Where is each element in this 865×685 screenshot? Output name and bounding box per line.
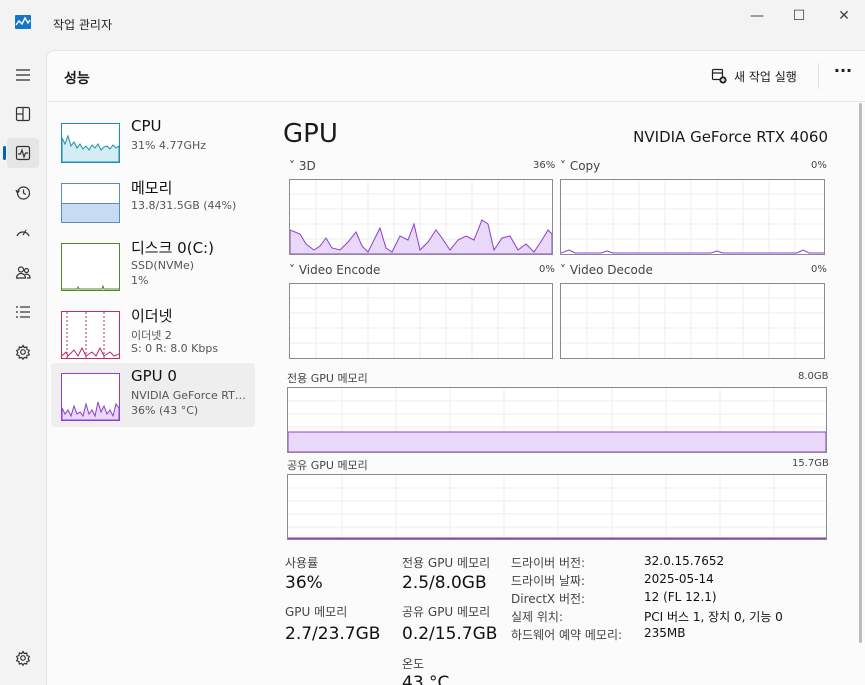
info-value: 12 (FL 12.1) [644, 590, 717, 604]
device-detail: SSD(NVMe) [131, 259, 195, 272]
engine-copy-label[interactable]: ˅ Copy [560, 159, 600, 173]
device-detail-2: S: 0 R: 8.0 Kbps [131, 342, 219, 355]
main-content: 성능 새 작업 실행 ··· CPU 31% 4.77GHz 메모리 13.8/… [46, 50, 865, 685]
info-value: 32.0.15.7652 [644, 554, 725, 568]
memory-thumbnail [61, 183, 120, 223]
info-value: PCI 버스 1, 장치 0, 기능 0 [644, 610, 783, 624]
dedicated-memory-max: 8.0GB [798, 371, 829, 382]
shared-memory-stat-label: 공유 GPU 메모리 [402, 605, 491, 619]
info-key: 드라이버 버전: [511, 556, 586, 570]
device-detail: 이더넷 2 [131, 329, 172, 342]
page-title: 성능 [64, 71, 90, 87]
users-icon[interactable] [7, 257, 39, 287]
shared-memory-label: 공유 GPU 메모리 [287, 459, 368, 472]
device-name: 디스크 0(C:) [131, 239, 214, 257]
device-item-gpu[interactable]: GPU 0 NVIDIA GeForce RTX 4060 36% (43 °C… [51, 363, 255, 427]
shared-memory-fill [288, 537, 826, 539]
utilization-value: 36% [285, 573, 323, 593]
engine-3d-label[interactable]: ˅ 3D [289, 159, 316, 173]
task-manager-app-icon [15, 15, 31, 29]
left-nav [0, 46, 46, 684]
device-item-disk[interactable]: 디스크 0(C:) SSD(NVMe) 1% [51, 233, 255, 297]
engine-3d-value: 36% [533, 160, 556, 171]
settings-icon[interactable] [7, 643, 39, 673]
new-task-button[interactable]: 새 작업 실행 [711, 66, 797, 86]
engine-video-decode-label[interactable]: ˅ Video Decode [560, 263, 653, 277]
engine-copy-graph [560, 179, 825, 255]
device-name: 이더넷 [131, 307, 173, 325]
new-task-label: 새 작업 실행 [734, 69, 797, 84]
device-detail: NVIDIA GeForce RTX 4060 [131, 389, 251, 402]
engine-video-encode-value: 0% [539, 264, 555, 275]
info-value: 2025-05-14 [644, 572, 714, 586]
device-name: 메모리 [131, 179, 173, 197]
info-key: 드라이버 날짜: [511, 574, 586, 588]
shared-memory-max: 15.7GB [792, 458, 829, 469]
details-icon[interactable] [7, 297, 39, 327]
info-key: 실제 위치: [511, 610, 564, 624]
gpu-memory-label: GPU 메모리 [285, 605, 348, 619]
gpu-memory-value: 2.7/23.7GB [285, 624, 381, 644]
engine-video-decode-value: 0% [811, 264, 827, 275]
engine-3d-graph [289, 179, 553, 255]
new-task-icon [711, 68, 727, 84]
more-options-button[interactable]: ··· [831, 61, 855, 85]
dedicated-memory-fill [288, 431, 826, 452]
dedicated-memory-label: 전용 GPU 메모리 [287, 372, 368, 385]
dedicated-memory-stat-label: 전용 GPU 메모리 [402, 556, 491, 570]
temperature-label: 온도 [402, 657, 425, 671]
device-item-ethernet[interactable]: 이더넷 이더넷 2 S: 0 R: 8.0 Kbps [51, 301, 255, 365]
ethernet-thumbnail [61, 311, 120, 359]
info-value: 235MB [644, 626, 686, 640]
title-bar: 작업 관리자 — ☐ ✕ [0, 0, 865, 46]
services-icon[interactable] [7, 337, 39, 367]
device-detail: 31% 4.77GHz [131, 139, 207, 152]
gpu-model: NVIDIA GeForce RTX 4060 [633, 128, 828, 146]
gpu-title: GPU [283, 119, 338, 149]
shared-memory-graph [287, 474, 827, 540]
close-icon[interactable]: ✕ [832, 6, 856, 26]
menu-icon[interactable] [7, 60, 39, 90]
header-separator [818, 63, 819, 89]
device-detail-2: 36% (43 °C) [131, 404, 199, 417]
device-detail: 13.8/31.5GB (44%) [131, 199, 237, 212]
info-key: DirectX 버전: [511, 592, 586, 606]
engine-video-encode-graph [289, 283, 553, 359]
utilization-label: 사용률 [285, 556, 319, 570]
temperature-value: 43 °C [402, 673, 450, 685]
scrollbar[interactable] [859, 103, 862, 643]
gpu-thumbnail [61, 373, 120, 421]
engine-copy-value: 0% [811, 160, 827, 171]
device-item-memory[interactable]: 메모리 13.8/31.5GB (44%) [51, 173, 255, 237]
device-item-cpu[interactable]: CPU 31% 4.77GHz [51, 113, 255, 177]
cpu-thumbnail [61, 123, 120, 163]
page-header: 성능 새 작업 실행 ··· [47, 51, 865, 102]
dedicated-memory-stat-value: 2.5/8.0GB [402, 573, 487, 593]
minimize-icon[interactable]: — [745, 6, 769, 26]
engine-video-decode-graph [560, 283, 825, 359]
window-title: 작업 관리자 [53, 18, 113, 32]
processes-icon[interactable] [7, 99, 39, 129]
device-name: GPU 0 [131, 367, 177, 385]
maximize-icon[interactable]: ☐ [787, 6, 811, 26]
performance-icon[interactable] [3, 138, 39, 168]
info-key: 하드웨어 예약 메모리: [511, 628, 623, 642]
app-history-icon[interactable] [7, 178, 39, 208]
device-name: CPU [131, 117, 162, 135]
shared-memory-stat-value: 0.2/15.7GB [402, 624, 498, 644]
engine-video-encode-label[interactable]: ˅ Video Encode [289, 263, 380, 277]
device-detail-2: 1% [131, 274, 149, 287]
startup-icon[interactable] [7, 217, 39, 247]
dedicated-memory-graph [287, 387, 827, 453]
disk-thumbnail [61, 243, 120, 291]
